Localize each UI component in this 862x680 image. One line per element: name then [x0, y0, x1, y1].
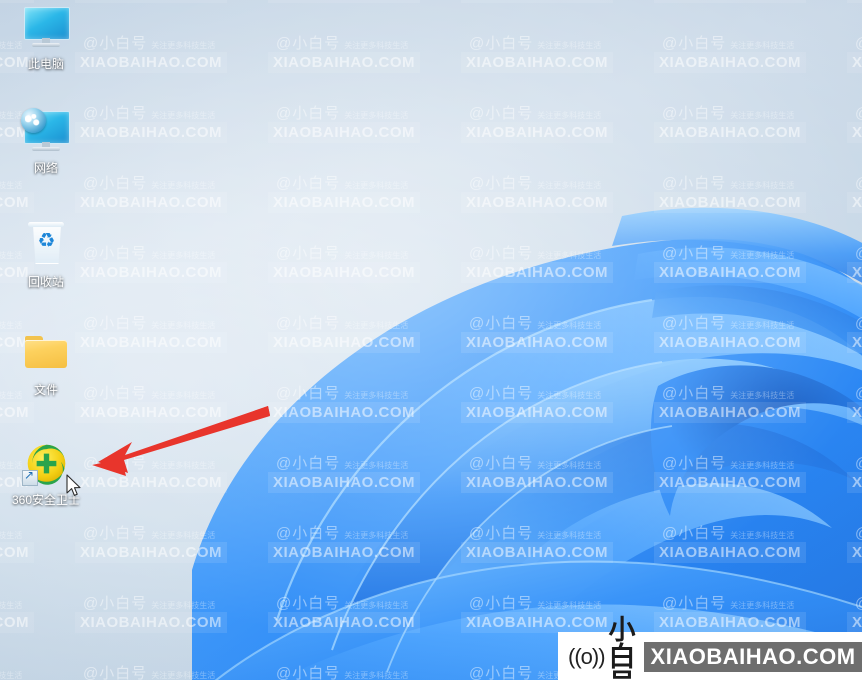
desktop-icon-this-pc[interactable]: 此电脑 [4, 4, 88, 71]
recycle-bin-icon: ♻ [22, 222, 70, 270]
logo-url-text: XIAOBAIHAO.COM [643, 642, 862, 672]
this-pc-monitor-icon [22, 4, 70, 52]
360-security-guard-icon [22, 440, 70, 488]
desktop-icon-label: 网络 [33, 161, 58, 175]
desktop-icon-network[interactable]: 网络 [4, 108, 88, 175]
desktop-icon-label: 回收站 [27, 275, 64, 289]
desktop-icon-label: 此电脑 [27, 57, 64, 71]
network-globe-monitor-icon [21, 108, 70, 156]
desktop-icon-folder[interactable]: 文件 [4, 330, 88, 397]
mouse-cursor-icon [66, 474, 81, 496]
shortcut-arrow-badge-icon [22, 468, 38, 486]
desktop-screen: @小白号关注更多科技生活XIAOBAIHAO.COM@小白号关注更多科技生活XI… [0, 0, 862, 680]
desktop-icon-label: 文件 [33, 383, 58, 397]
red-arrow-annotation [92, 406, 270, 476]
logo-brand-text: 小白号 [608, 614, 638, 680]
site-logo-badge: ((o)) 小白号 XIAOBAIHAO.COM [558, 616, 862, 680]
wallpaper-vignette [0, 0, 862, 680]
broadcast-wave-icon: ((o)) [568, 644, 606, 669]
desktop-icon-recycle-bin[interactable]: ♻ 回收站 [4, 222, 88, 289]
folder-icon [22, 330, 70, 378]
